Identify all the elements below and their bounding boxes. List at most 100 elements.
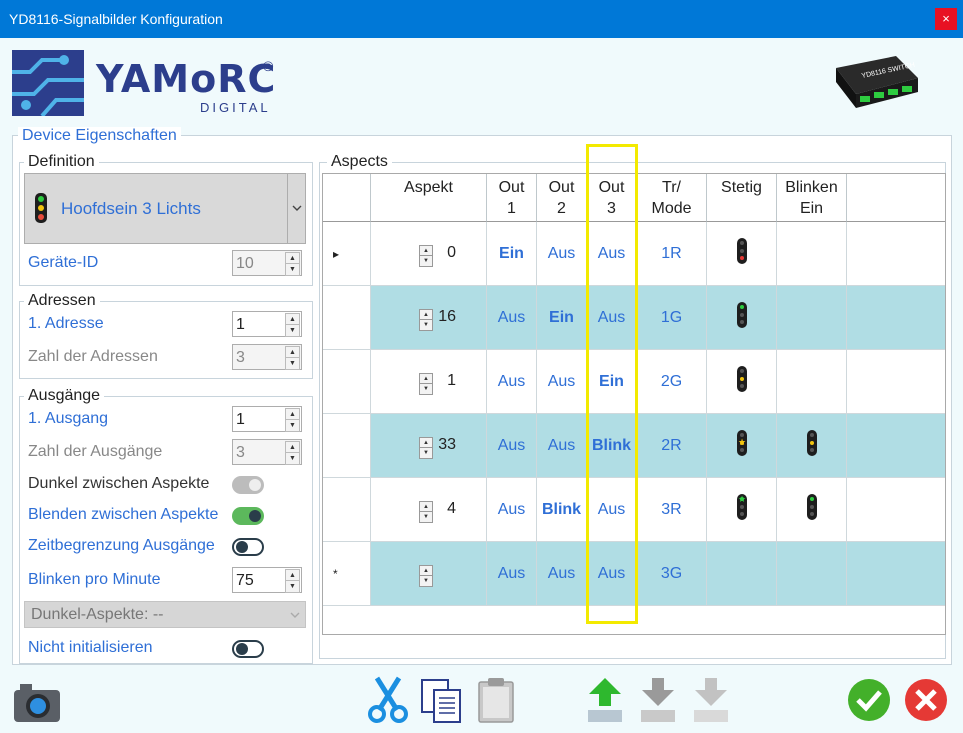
row-header[interactable] <box>323 286 371 350</box>
aspekt-cell[interactable]: 33 ▲ ▼ <box>371 414 487 478</box>
output-cell[interactable]: Aus <box>487 414 537 478</box>
aspekt-stepper[interactable]: ▲ ▼ <box>419 565 433 587</box>
scissors-icon[interactable] <box>367 676 409 724</box>
aspekt-cell[interactable]: 4 ▲ ▼ <box>371 478 487 542</box>
output-cell[interactable]: Ein <box>587 350 637 414</box>
signal-definition-dropdown[interactable]: Hoofdsein 3 Lichts <box>24 173 306 244</box>
device-properties-legend: Device Eigenschaften <box>18 127 181 145</box>
output-cell[interactable]: Aus <box>487 542 537 606</box>
row-filler <box>847 478 945 542</box>
checkmark-icon[interactable] <box>847 678 891 722</box>
row-header[interactable] <box>323 414 371 478</box>
stetig-cell[interactable]: ★ <box>707 478 777 542</box>
column-header-line2: 3 <box>607 200 616 217</box>
aspekt-value: 33 <box>438 436 456 453</box>
aspekt-cell[interactable]: 0 ▲ ▼ <box>371 222 487 286</box>
column-header-line1: Blinken <box>785 179 838 196</box>
column-header[interactable]: Out 1 <box>487 174 537 222</box>
row-header[interactable] <box>323 350 371 414</box>
column-header-line1: Stetig <box>721 179 762 196</box>
blink-ein-cell[interactable] <box>777 414 847 478</box>
output-cell[interactable]: Aus <box>537 542 587 606</box>
output-cell[interactable]: Blink <box>537 478 587 542</box>
column-header[interactable]: Out 2 <box>537 174 587 222</box>
stetig-cell[interactable] <box>707 222 777 286</box>
geraete-id-spinner: 10 ▲ ▼ <box>232 250 302 276</box>
registered-mark: ® <box>263 58 274 74</box>
chevron-down-icon <box>292 205 302 211</box>
column-header[interactable]: Tr/Mode <box>637 174 707 222</box>
row-filler <box>847 286 945 350</box>
camera-icon[interactable] <box>12 680 62 724</box>
column-header[interactable]: Stetig <box>707 174 777 222</box>
aspekt-stepper[interactable]: ▲ ▼ <box>419 501 433 523</box>
blink-ein-cell[interactable] <box>777 286 847 350</box>
row-header[interactable] <box>323 478 371 542</box>
column-header[interactable]: Aspekt <box>371 174 487 222</box>
stetig-cell[interactable] <box>707 286 777 350</box>
aspekt-cell[interactable]: 1 ▲ ▼ <box>371 350 487 414</box>
output-cell[interactable]: Aus <box>587 222 637 286</box>
upload-arrow-icon[interactable] <box>586 676 624 724</box>
stetig-cell[interactable] <box>707 542 777 606</box>
download-arrow-icon <box>694 678 728 722</box>
output-cell[interactable]: Blink <box>587 414 637 478</box>
mode-cell[interactable]: 2G <box>637 350 707 414</box>
row-header[interactable]: * <box>323 542 371 606</box>
nicht-initialisieren-toggle[interactable] <box>232 640 264 658</box>
zahl-ausgaenge-spinner: 3 ▲ ▼ <box>232 439 302 465</box>
signal-icon <box>737 238 747 264</box>
close-button[interactable]: × <box>935 8 957 30</box>
mode-cell[interactable]: 2R <box>637 414 707 478</box>
mode-cell[interactable]: 1G <box>637 286 707 350</box>
mode-cell[interactable]: 3G <box>637 542 707 606</box>
mode-cell[interactable]: 3R <box>637 478 707 542</box>
stetig-cell[interactable] <box>707 350 777 414</box>
adressen-legend: Adressen <box>24 292 100 310</box>
blink-ein-cell[interactable] <box>777 478 847 542</box>
erster-ausgang-spinner[interactable]: 1 ▲ ▼ <box>232 406 302 432</box>
row-filler <box>847 350 945 414</box>
copy-icon[interactable] <box>420 678 464 724</box>
aspekt-stepper[interactable]: ▲ ▼ <box>419 437 433 459</box>
aspekt-value: 16 <box>438 308 456 325</box>
title-bar: YD8116-Signalbilder Konfiguration × <box>0 0 963 38</box>
blink-ein-cell[interactable] <box>777 222 847 286</box>
blinken-pro-minute-spinner[interactable]: 75 ▲ ▼ <box>232 567 302 593</box>
output-cell[interactable]: Aus <box>537 350 587 414</box>
output-cell[interactable]: Aus <box>587 478 637 542</box>
column-header[interactable]: Out 3 <box>587 174 637 222</box>
blink-ein-cell[interactable] <box>777 350 847 414</box>
row-filler <box>847 222 945 286</box>
output-cell[interactable]: Aus <box>537 414 587 478</box>
output-cell[interactable]: Aus <box>587 542 637 606</box>
output-cell[interactable]: Aus <box>487 478 537 542</box>
aspekt-cell[interactable]: ▲ ▼ <box>371 542 487 606</box>
output-cell[interactable]: Aus <box>587 286 637 350</box>
column-header-line2: 1 <box>507 200 516 217</box>
aspekt-stepper[interactable]: ▲ ▼ <box>419 373 433 395</box>
clipboard-icon[interactable] <box>476 676 516 724</box>
aspekt-stepper[interactable]: ▲ ▼ <box>419 245 433 267</box>
output-cell[interactable]: Aus <box>487 350 537 414</box>
stetig-cell[interactable]: ★ <box>707 414 777 478</box>
output-cell[interactable]: Ein <box>487 222 537 286</box>
dunkel-zwischen-toggle[interactable] <box>232 476 264 494</box>
window-title: YD8116-Signalbilder Konfiguration <box>9 11 223 27</box>
output-cell[interactable]: Aus <box>487 286 537 350</box>
erste-adresse-spinner[interactable]: 1 ▲ ▼ <box>232 311 302 337</box>
aspekt-value: 4 <box>447 500 456 517</box>
output-cell[interactable]: Ein <box>537 286 587 350</box>
output-cell[interactable]: Aus <box>537 222 587 286</box>
cancel-icon[interactable] <box>904 678 948 722</box>
column-header[interactable]: Blinken Ein <box>777 174 847 222</box>
blenden-zwischen-toggle[interactable] <box>232 507 264 525</box>
aspekt-stepper[interactable]: ▲ ▼ <box>419 309 433 331</box>
aspekt-cell[interactable]: 16 ▲ ▼ <box>371 286 487 350</box>
zahl-adressen-label: Zahl der Adressen <box>28 348 158 365</box>
blink-ein-cell[interactable] <box>777 542 847 606</box>
row-header[interactable]: ▸ <box>323 222 371 286</box>
aspects-grid[interactable]: Aspekt Out 1 Out 2 Out 3 Tr/Mode Stetig Blinken Ei… <box>322 173 946 635</box>
zeitbegrenzung-toggle[interactable] <box>232 538 264 556</box>
mode-cell[interactable]: 1R <box>637 222 707 286</box>
